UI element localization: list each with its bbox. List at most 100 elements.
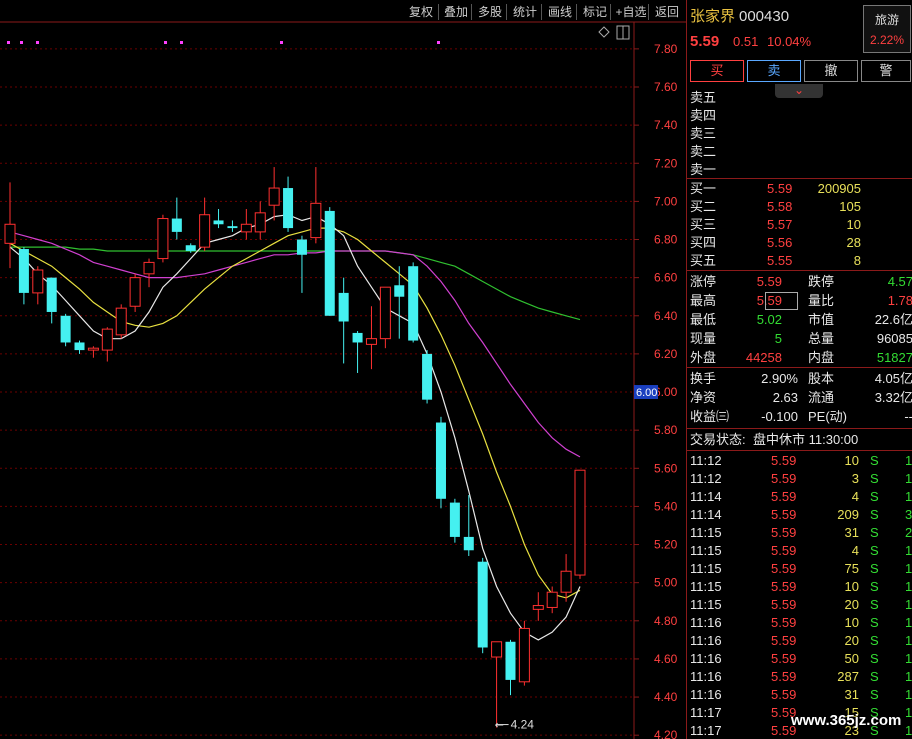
stats-divider	[687, 367, 912, 368]
stat-value: --	[904, 409, 912, 424]
y-tick-label: 7.40	[654, 118, 678, 132]
trade-count: 1	[905, 543, 912, 558]
trade-time: 11:16	[690, 651, 722, 666]
quote-panel: 张家界 000430 旅游 2.22% 5.59 0.51 10.04% 买 卖…	[686, 0, 912, 739]
ma60-line	[10, 246, 581, 321]
stat-label: 净资	[690, 390, 717, 405]
trade-volume: 31	[844, 525, 859, 540]
bid-price: 5.58	[767, 199, 793, 214]
toolbar-button-5[interactable]: 标记	[578, 2, 612, 22]
candle-body	[296, 239, 307, 255]
y-tick-label: 4.60	[654, 652, 678, 666]
diamond-icon	[598, 26, 610, 38]
trade-row: 11:12 5.59 10 S 1	[687, 452, 912, 470]
current-price-tag-label: 6.00	[636, 387, 657, 399]
candle-body	[4, 223, 16, 244]
candle-body	[365, 338, 377, 345]
trade-time: 11:14	[690, 507, 722, 522]
trade-count: 1	[905, 597, 912, 612]
trade-count: 1	[905, 471, 912, 486]
event-marker	[437, 41, 440, 44]
toolbar-button-7[interactable]: 返回	[650, 2, 684, 22]
trade-volume: 50	[844, 651, 859, 666]
candle-body	[87, 347, 99, 351]
trade-side: S	[870, 507, 879, 522]
trade-side: S	[870, 471, 879, 486]
stat-label: 涨停	[690, 274, 717, 289]
candle-body	[185, 245, 196, 251]
alert-button[interactable]: 警	[861, 60, 911, 82]
ask-label: 卖二	[690, 144, 717, 159]
bid-row: 买一 5.59 200905	[687, 180, 912, 198]
stat-value: 2.63	[772, 390, 798, 405]
trade-side: S	[870, 543, 879, 558]
toolbar-button-1[interactable]: 叠加	[440, 2, 472, 22]
trade-side: S	[870, 579, 879, 594]
toolbar-separator	[576, 4, 577, 20]
toolbar-button-4[interactable]: 画线	[543, 2, 577, 22]
trade-price: 5.59	[771, 561, 797, 576]
candle-body	[268, 187, 280, 206]
sector-name: 旅游	[874, 13, 899, 27]
toolbar-button-0[interactable]: 复权	[403, 2, 439, 22]
trade-count: 2	[905, 525, 912, 540]
trade-row: 11:14 5.59 4 S 1	[687, 488, 912, 506]
candle-body	[32, 269, 44, 294]
candle-body	[115, 307, 127, 336]
stat-value: -0.100	[761, 409, 798, 424]
low-marker-label: 4.24	[511, 718, 535, 732]
stat-label: 跌停	[808, 274, 835, 289]
last-price: 5.59	[690, 33, 720, 50]
ask-label: 卖五	[690, 90, 717, 105]
event-marker	[180, 41, 183, 44]
stat-row: 净资 2.63 流通 3.32亿	[687, 389, 912, 407]
high-value-highlight	[765, 292, 798, 310]
cancel-order-button[interactable]: 撤	[804, 60, 858, 82]
ask-label: 卖四	[690, 108, 717, 123]
candle-body	[213, 220, 224, 225]
y-tick-label: 5.20	[654, 538, 678, 552]
trade-count: 1	[905, 687, 912, 702]
trade-side: S	[870, 669, 879, 684]
stat-label: 量比	[808, 293, 835, 308]
trade-side: S	[870, 525, 879, 540]
y-tick-label: 7.80	[654, 42, 678, 56]
event-marker	[280, 41, 283, 44]
toolbar-separator	[610, 4, 611, 20]
ask-label: 卖一	[690, 162, 717, 177]
toolbar-button-2[interactable]: 多股	[473, 2, 507, 22]
y-tick-label: 5.80	[654, 423, 678, 437]
trade-row: 11:15 5.59 31 S 2	[687, 524, 912, 542]
stat-row: 外盘 44258 内盘 51827	[687, 349, 912, 367]
candlestick-chart[interactable]: 7.80 7.60 7.40 7.20 7.00 6.80 6.60 6.40 6.20 6.00…	[0, 0, 686, 739]
bid-row: 买四 5.56 28	[687, 234, 912, 252]
trade-volume: 4	[851, 489, 859, 504]
trade-time: 11:12	[690, 453, 722, 468]
bid-price: 5.59	[767, 181, 793, 196]
candle-body	[171, 218, 182, 232]
trade-volume: 209	[837, 507, 859, 522]
sell-button[interactable]: 卖	[747, 60, 801, 82]
toolbar-separator	[648, 4, 649, 20]
buy-button[interactable]: 买	[690, 60, 744, 82]
bid-row: 买三 5.57 10	[687, 216, 912, 234]
trade-price: 5.59	[771, 525, 797, 540]
y-tick-label: 4.20	[654, 728, 678, 739]
trade-row: 11:16 5.59 10 S 1	[687, 614, 912, 632]
toolbar-separator	[506, 4, 507, 20]
toolbar-button-6[interactable]: +自选	[612, 2, 650, 22]
stat-label: 最低	[690, 312, 717, 327]
trade-volume: 20	[844, 633, 859, 648]
trade-side: S	[870, 651, 879, 666]
candle-body	[518, 627, 530, 683]
trade-price: 5.59	[771, 489, 797, 504]
bid-label: 买四	[690, 235, 717, 250]
candle-body	[129, 277, 141, 307]
bid-volume: 105	[839, 199, 861, 214]
trade-count: 3	[905, 507, 912, 522]
stat-label: 现量	[690, 331, 717, 346]
trade-volume: 10	[844, 579, 859, 594]
toolbar-button-3[interactable]: 统计	[508, 2, 542, 22]
trade-row: 11:16 5.59 20 S 1	[687, 632, 912, 650]
candle-body	[449, 502, 460, 537]
